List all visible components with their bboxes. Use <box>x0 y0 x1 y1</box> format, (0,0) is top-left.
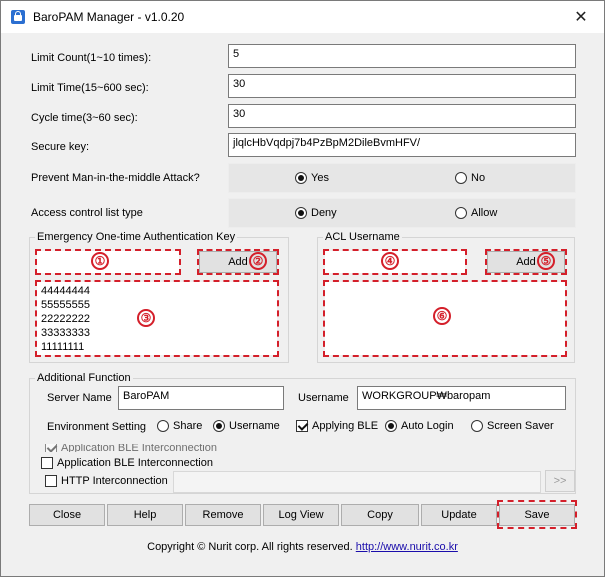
radio-selected-icon <box>385 420 397 432</box>
env-share-radio[interactable]: Share <box>157 420 202 432</box>
close-button-label: Close <box>52 509 82 521</box>
radio-selected-icon <box>295 172 307 184</box>
annotation-marker-6: ⑥ <box>433 307 451 325</box>
acl-deny-label: Deny <box>311 207 337 219</box>
radio-selected-icon <box>213 420 225 432</box>
auto-login-label: Auto Login <box>401 420 454 432</box>
app-ble-label: Application BLE Interconnection <box>57 457 213 469</box>
radio-selected-icon <box>295 207 307 219</box>
remove-button[interactable]: Remove <box>185 504 261 526</box>
checkbox-unchecked-icon <box>45 475 57 487</box>
applying-ble-checkbox[interactable]: Applying BLE <box>296 420 378 432</box>
radio-unselected-icon <box>455 172 467 184</box>
secure-key-label: Secure key: <box>31 141 90 153</box>
radio-unselected-icon <box>157 420 169 432</box>
screen-saver-radio[interactable]: Screen Saver <box>471 420 554 432</box>
copy-button[interactable]: Copy <box>341 504 419 526</box>
annotation-box-3 <box>35 280 279 357</box>
window-close-button[interactable]: ✕ <box>558 1 604 33</box>
server-name-input[interactable]: BaroPAM <box>118 386 284 410</box>
annotation-marker-2: ② <box>249 252 267 270</box>
update-button-label: Update <box>441 509 477 521</box>
update-button[interactable]: Update <box>421 504 497 526</box>
annotation-marker-1: ① <box>91 252 109 270</box>
ghost-ble-row: Application BLE Interconnection <box>45 444 217 452</box>
acl-type-label: Access control list type <box>31 207 143 219</box>
http-url-input[interactable] <box>173 471 541 493</box>
main-window: BaroPAM Manager - v1.0.20 ✕ Limit Count(… <box>0 0 605 577</box>
http-interconnection-label: HTTP Interconnection <box>61 475 168 487</box>
http-go-label: >> <box>553 475 567 487</box>
title-bar: BaroPAM Manager - v1.0.20 ✕ <box>1 1 604 33</box>
screen-saver-label: Screen Saver <box>487 420 554 432</box>
help-button[interactable]: Help <box>107 504 183 526</box>
radio-unselected-icon <box>455 207 467 219</box>
website-link[interactable]: http://www.nurit.co.kr <box>356 541 458 553</box>
help-button-label: Help <box>133 509 157 521</box>
server-name-label: Server Name <box>47 392 112 404</box>
copy-button-label: Copy <box>367 509 393 521</box>
http-go-button[interactable]: >> <box>545 470 575 492</box>
http-interconnection-checkbox[interactable]: HTTP Interconnection <box>45 475 168 487</box>
footer: Copyright © Nurit corp. All rights reser… <box>1 541 604 553</box>
applying-ble-label: Applying BLE <box>312 420 379 432</box>
app-lock-icon <box>11 10 25 24</box>
acl-deny-radio[interactable]: Deny <box>295 207 337 219</box>
annotation-box-save <box>497 500 577 529</box>
mitm-no-label: No <box>471 172 486 184</box>
ghost-ble-label: Application BLE Interconnection <box>61 444 217 452</box>
cycle-time-input[interactable]: 30 <box>228 104 576 128</box>
log-view-button-label: Log View <box>278 509 324 521</box>
radio-unselected-icon <box>471 420 483 432</box>
app-ble-checkbox[interactable]: Application BLE Interconnection <box>41 457 213 469</box>
env-share-label: Share <box>173 420 203 432</box>
acl-username-group-title: ACL Username <box>323 231 402 243</box>
mitm-radio-group: Yes No <box>228 163 576 193</box>
checkbox-checked-icon <box>296 420 308 432</box>
emergency-key-group-title: Emergency One-time Authentication Key <box>35 231 238 243</box>
acl-type-radio-group: Deny Allow <box>228 198 576 228</box>
acl-allow-label: Allow <box>471 207 498 219</box>
checkbox-checked-icon <box>45 444 57 452</box>
env-username-radio[interactable]: Username <box>213 420 280 432</box>
secure-key-input[interactable]: jlqlcHbVqdpj7b4PzBpM2DileBvmHFV/ <box>228 133 576 157</box>
copyright-text: Copyright © Nurit corp. All rights reser… <box>147 541 353 553</box>
acl-allow-radio[interactable]: Allow <box>455 207 497 219</box>
mitm-label: Prevent Man-in-the-middle Attack? <box>31 172 200 184</box>
annotation-marker-5: ⑤ <box>537 252 555 270</box>
mitm-yes-label: Yes <box>311 172 329 184</box>
env-username-label: Username <box>229 420 280 432</box>
username-label: Username <box>298 392 349 404</box>
remove-button-label: Remove <box>202 509 244 521</box>
mitm-yes-radio[interactable]: Yes <box>295 172 329 184</box>
limit-count-input[interactable]: 5 <box>228 44 576 68</box>
annotation-marker-4: ④ <box>381 252 399 270</box>
log-view-button[interactable]: Log View <box>263 504 339 526</box>
environment-setting-label: Environment Setting <box>47 421 147 433</box>
auto-login-radio[interactable]: Auto Login <box>385 420 454 432</box>
cycle-time-label: Cycle time(3~60 sec): <box>31 112 138 124</box>
close-button[interactable]: Close <box>29 504 105 526</box>
limit-time-input[interactable]: 30 <box>228 74 576 98</box>
username-input[interactable]: WORKGROUP₩baropam <box>357 386 566 410</box>
window-title: BaroPAM Manager - v1.0.20 <box>33 10 185 24</box>
limit-time-label: Limit Time(15~600 sec): <box>31 82 149 94</box>
mitm-no-radio[interactable]: No <box>455 172 485 184</box>
annotation-marker-3: ③ <box>137 309 155 327</box>
additional-function-title: Additional Function <box>35 372 133 384</box>
limit-count-label: Limit Count(1~10 times): <box>31 52 152 64</box>
checkbox-unchecked-icon <box>41 457 53 469</box>
